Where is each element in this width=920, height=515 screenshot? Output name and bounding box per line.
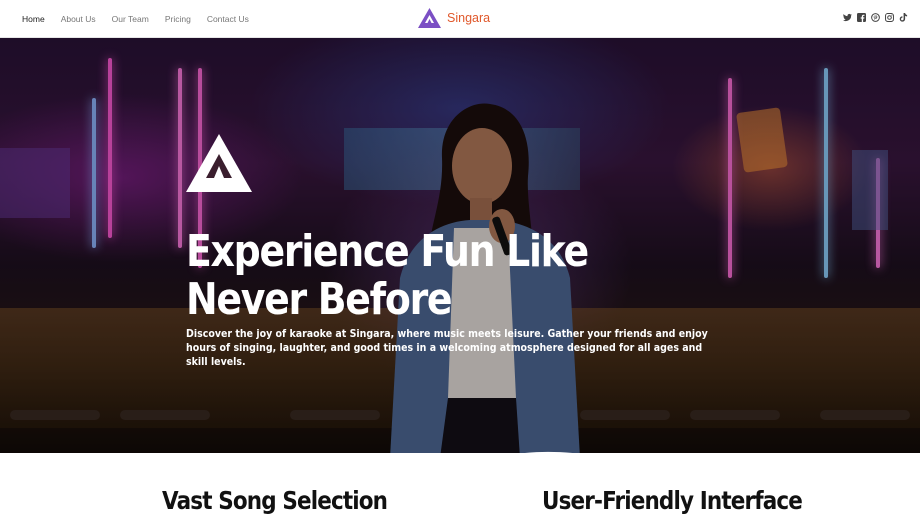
brand-link[interactable]: Singara [418, 8, 490, 28]
pinterest-icon[interactable] [871, 13, 880, 22]
nav-contact-link[interactable]: Contact Us [207, 14, 249, 24]
twitter-icon[interactable] [843, 13, 852, 22]
hero-description: Discover the joy of karaoke at Singara, … [186, 327, 708, 368]
instagram-icon[interactable] [885, 13, 894, 22]
main-nav: Home About Us Our Team Pricing Contact U… [22, 0, 265, 38]
hero-title: Experience Fun Like Never Before [186, 226, 589, 325]
facebook-icon[interactable] [857, 13, 866, 22]
nav-team-link[interactable]: Our Team [112, 14, 149, 24]
hero-triangle-logo-icon [186, 134, 252, 192]
social-links [843, 13, 908, 22]
hero-wave-divider [525, 451, 573, 453]
brand-name: Singara [447, 11, 491, 25]
hero-section: Experience Fun Like Never Before Discove… [0, 38, 920, 453]
triangle-logo-icon [418, 8, 441, 28]
feature-title-user-friendly: User-Friendly Interface [542, 486, 803, 515]
nav-pricing-link[interactable]: Pricing [165, 14, 191, 24]
top-navbar: Home About Us Our Team Pricing Contact U… [0, 0, 920, 38]
tiktok-icon[interactable] [899, 13, 908, 22]
nav-home-link[interactable]: Home [22, 14, 45, 24]
feature-title-song-selection: Vast Song Selection [162, 486, 388, 515]
nav-about-link[interactable]: About Us [61, 14, 96, 24]
